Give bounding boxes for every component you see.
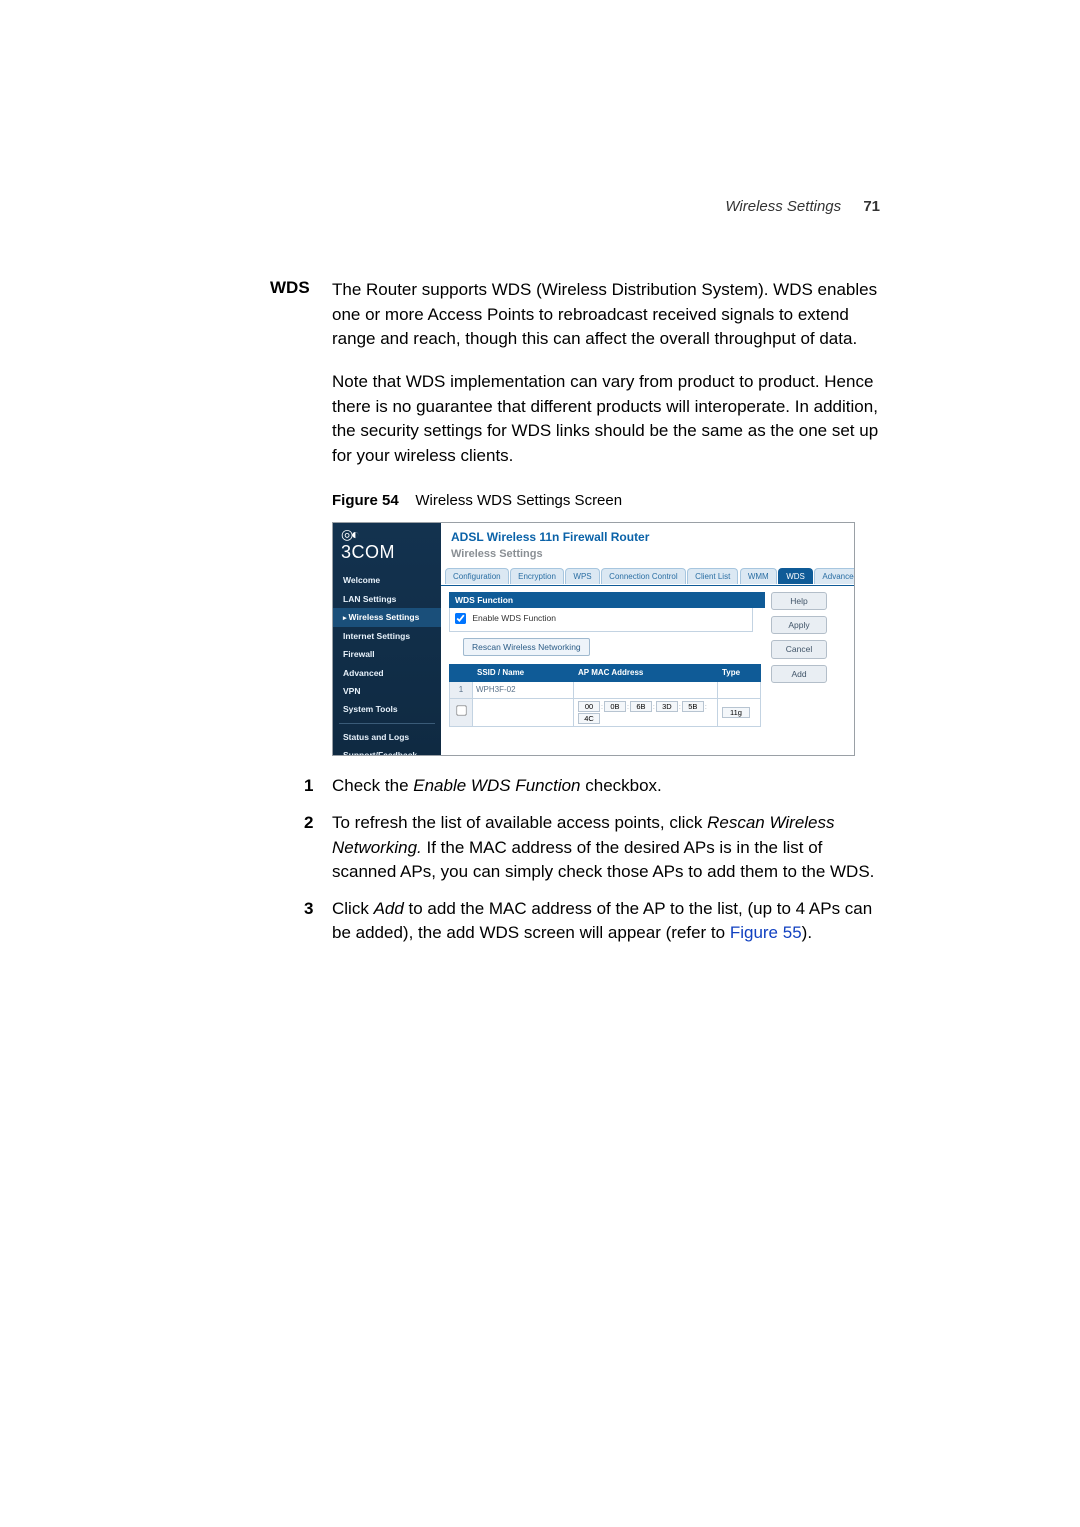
mac-seg-3[interactable] [630, 701, 652, 712]
brand-logo: ◎◐ 3COM [333, 523, 441, 571]
section-heading: WDS [270, 278, 310, 298]
enable-wds-label: Enable WDS Function [472, 613, 556, 623]
sidebar-item-wireless[interactable]: Wireless Settings [333, 608, 441, 627]
logo-icon: ◎◐ [341, 529, 433, 539]
sidebar-item-welcome[interactable]: Welcome [333, 571, 441, 589]
ap-row-2: ::::: [450, 698, 761, 727]
ap-table-header-row: SSID / Name AP MAC Address Type [450, 665, 761, 682]
ap-row-2-checkbox-cell [450, 698, 473, 727]
ap-row-2-ssid [473, 698, 574, 727]
step-3-link[interactable]: Figure 55 [730, 923, 802, 942]
left-block: WDS Function Enable WDS Function Rescan … [449, 592, 765, 728]
sidebar-item-internet[interactable]: Internet Settings [333, 627, 441, 645]
paragraph-1: The Router supports WDS (Wireless Distri… [332, 278, 885, 352]
tab-bar: Configuration Encryption WPS Connection … [441, 567, 854, 586]
add-button[interactable]: Add [771, 665, 827, 683]
enable-wds-checkbox[interactable] [455, 613, 466, 624]
sidebar-item-support[interactable]: Support/Feedback [333, 746, 441, 756]
mac-seg-5[interactable] [682, 701, 704, 712]
section-title: Wireless Settings [451, 547, 844, 563]
ap-row-1: 1 WPH3F-02 [450, 682, 761, 699]
col-select [450, 665, 473, 682]
col-ssid: SSID / Name [473, 665, 574, 682]
tab-encryption[interactable]: Encryption [510, 568, 564, 585]
enable-wds-row: Enable WDS Function [449, 608, 753, 632]
ap-row-1-type [718, 682, 761, 699]
sidebar-item-advanced[interactable]: Advanced [333, 664, 441, 682]
action-buttons: Help Apply Cancel Add [771, 586, 833, 689]
tab-connection-control[interactable]: Connection Control [601, 568, 685, 585]
content-area: WDS Function Enable WDS Function Rescan … [441, 586, 854, 734]
instruction-list: Check the Enable WDS Function checkbox. … [332, 774, 885, 954]
body-column: The Router supports WDS (Wireless Distri… [332, 278, 885, 958]
device-title: ADSL Wireless 11n Firewall Router [451, 529, 844, 546]
apply-button[interactable]: Apply [771, 616, 827, 634]
col-type: Type [718, 665, 761, 682]
help-button[interactable]: Help [771, 592, 827, 610]
step-3-italic: Add [374, 899, 404, 918]
figure-caption: Figure 54 Wireless WDS Settings Screen [332, 490, 885, 512]
tab-wmm[interactable]: WMM [740, 568, 777, 585]
rescan-button[interactable]: Rescan Wireless Networking [463, 638, 590, 656]
ap-row-1-mac [574, 682, 718, 699]
tab-wps[interactable]: WPS [565, 568, 599, 585]
ap-row-2-type [718, 698, 761, 727]
sidebar-item-systemtools[interactable]: System Tools [333, 700, 441, 718]
step-3: Click Add to add the MAC address of the … [332, 897, 885, 954]
page-title-block: ADSL Wireless 11n Firewall Router Wirele… [441, 523, 854, 562]
tab-advanced[interactable]: Advanced [814, 568, 855, 585]
wds-panel-header: WDS Function [449, 592, 765, 608]
paragraph-2: Note that WDS implementation can vary fr… [332, 370, 885, 469]
ap-row-2-type-field[interactable] [722, 707, 750, 718]
step-1a: Check the [332, 776, 413, 795]
page-number: 71 [863, 198, 880, 215]
ap-table: SSID / Name AP MAC Address Type 1 WPH3F-… [449, 664, 761, 727]
ap-row-2-mac: ::::: [574, 698, 718, 727]
step-1: Check the Enable WDS Function checkbox. [332, 774, 885, 807]
sidebar-divider [339, 723, 435, 724]
step-1b: checkbox. [581, 776, 662, 795]
step-3a: Click [332, 899, 374, 918]
step-1-italic: Enable WDS Function [413, 776, 580, 795]
tab-configuration[interactable]: Configuration [445, 568, 509, 585]
mac-seg-2[interactable] [604, 701, 626, 712]
figure-label: Figure 54 [332, 492, 399, 509]
tab-wds[interactable]: WDS [778, 568, 813, 585]
page: Wireless Settings 71 WDS The Router supp… [0, 0, 1080, 1527]
ap-row-2-checkbox[interactable] [456, 705, 466, 715]
sidebar-nav: Welcome LAN Settings Wireless Settings I… [333, 571, 441, 756]
step-2a: To refresh the list of available access … [332, 813, 707, 832]
ap-row-1-idx: 1 [450, 682, 473, 699]
step-2: To refresh the list of available access … [332, 811, 885, 893]
router-screenshot: ◎◐ 3COM Welcome LAN Settings Wireless Se… [332, 522, 855, 756]
sidebar: ◎◐ 3COM Welcome LAN Settings Wireless Se… [333, 523, 441, 755]
ap-row-1-ssid: WPH3F-02 [473, 682, 574, 699]
col-mac: AP MAC Address [574, 665, 718, 682]
mac-seg-6[interactable] [578, 713, 600, 724]
sidebar-item-lan[interactable]: LAN Settings [333, 590, 441, 608]
tab-client-list[interactable]: Client List [687, 568, 738, 585]
sidebar-item-firewall[interactable]: Firewall [333, 645, 441, 663]
step-3c: ). [802, 923, 812, 942]
sidebar-item-vpn[interactable]: VPN [333, 682, 441, 700]
brand-text: 3COM [341, 542, 395, 562]
cancel-button[interactable]: Cancel [771, 640, 827, 658]
running-header: Wireless Settings 71 [725, 198, 880, 215]
mac-seg-4[interactable] [656, 701, 678, 712]
sidebar-item-status[interactable]: Status and Logs [333, 728, 441, 746]
running-header-text: Wireless Settings [725, 198, 841, 215]
main-panel: ADSL Wireless 11n Firewall Router Wirele… [441, 523, 854, 755]
figure-caption-text: Wireless WDS Settings Screen [415, 492, 622, 509]
mac-seg-1[interactable] [578, 701, 600, 712]
